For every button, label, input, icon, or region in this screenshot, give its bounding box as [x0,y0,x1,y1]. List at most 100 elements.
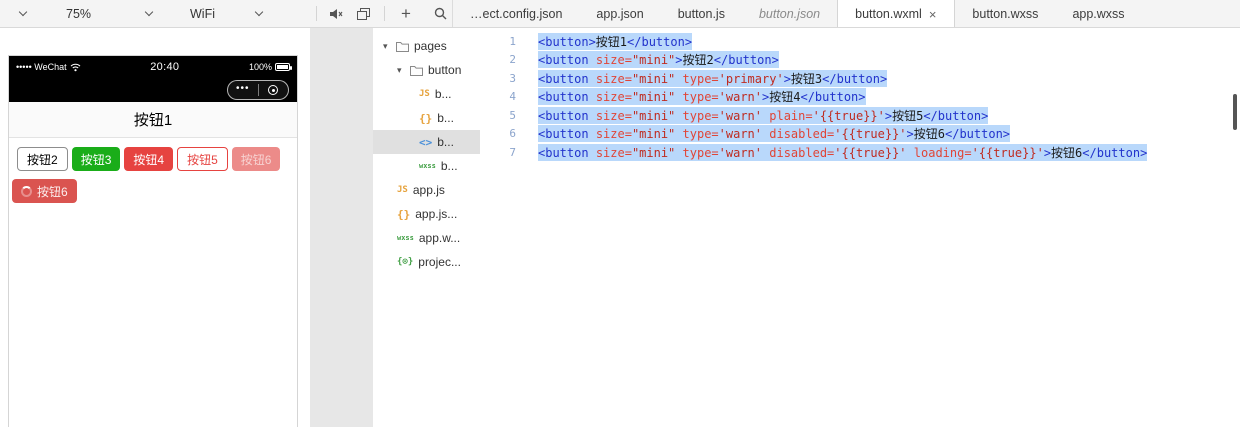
json-file-icon: {} [419,111,433,125]
new-file-button[interactable]: + [396,0,416,27]
sim-button-warn-disabled[interactable]: 按钮6 [231,147,281,171]
tree-item-app.js...[interactable]: {} app.js... [373,202,480,226]
tree-item-b...[interactable]: <> b... [373,130,480,154]
line-number: 7 [509,145,516,159]
tab-button.json[interactable]: button.json [742,0,837,27]
toolbar-separator [384,6,385,21]
code-line-7[interactable]: 7 <button size="mini" type='warn' disable… [480,143,1240,162]
config-file-icon: {⊙} [397,257,414,267]
tab-app.json[interactable]: app.json [579,0,660,27]
tab-label: button.js [677,6,725,21]
status-bar: ••••• WeChat 20:40 100% [9,56,297,78]
sim-button-primary[interactable]: 按钮3 [71,147,121,171]
tab-app.wxss[interactable]: app.wxss [1055,0,1141,27]
scrollbar-thumb[interactable] [1233,94,1237,130]
tree-item-label: app.js... [415,207,458,221]
code-line-2[interactable]: 2 <button size="mini">按钮2</button> [480,51,1240,70]
code-line-1[interactable]: 1 <button>按钮1</button> [480,32,1240,51]
panel-divider[interactable] [310,28,373,427]
tab-label: button.wxss [972,6,1039,21]
zoom-dropdown[interactable]: 75% [66,0,154,27]
toolbar-separator [316,6,317,21]
chevron-down-icon[interactable]: ▾ [397,65,405,76]
code-text: <button size="mini" type='warn'>按钮4</but… [538,88,866,106]
main-area: ••••• WeChat 20:40 100% ••• 按钮1 按钮2 按钮3 … [0,28,1240,427]
search-icon [434,7,446,20]
layout-toggle-button[interactable] [353,0,373,27]
wifi-icon [70,63,80,71]
device-dropdown[interactable] [18,0,34,27]
code-line-5[interactable]: 5 <button size="mini" type='warn' plain='… [480,106,1240,125]
wxss-file-icon: wxss [397,234,414,242]
overlapping-windows-icon [356,7,370,20]
tree-item-app.w...[interactable]: wxss app.w... [373,226,480,250]
chevron-down-icon [18,7,28,17]
zoom-value: 75% [66,6,92,21]
network-dropdown[interactable]: WiFi [190,0,264,27]
code-line-6[interactable]: 6 <button size="mini" type='warn' disable… [480,125,1240,144]
loading-spinner-icon [21,185,32,197]
tree-item-label: b... [437,135,454,149]
folder-icon [396,41,409,52]
file-tree: ▾ pages ▾ button JS b...{} b... <> b... wxss b... J… [373,28,480,427]
tab-label: …ect.config.json [470,6,563,21]
speaker-icon [330,8,343,19]
tree-item-label: b... [437,111,454,125]
top-bar: 75% WiFi + …ect.config.json app.json but… [0,0,1240,28]
capsule-home-button[interactable] [259,81,289,99]
wxss-file-icon: wxss [419,162,436,170]
tree-item-label: b... [434,87,452,101]
line-number: 1 [509,34,516,48]
chevron-down-icon[interactable]: ▾ [383,41,391,52]
tab-button.wxss[interactable]: button.wxss [955,0,1055,27]
plus-icon: + [401,3,411,23]
tree-item-label: button [428,63,462,77]
capsule-menu: ••• [227,80,289,100]
code-text: <button size="mini" type='warn' plain='{… [538,106,989,124]
phone-screen: ••••• WeChat 20:40 100% ••• 按钮1 按钮2 按钮3 … [8,55,298,427]
code-text: <button size="mini" type='warn' disabled… [538,125,1011,143]
code-line-3[interactable]: 3 <button size="mini" type='primary'>按钮3<… [480,69,1240,88]
tree-item-pages[interactable]: ▾ pages [373,34,480,58]
js-file-icon: JS [397,185,408,195]
page-title: 按钮1 [9,102,297,138]
tab-button.wxml[interactable]: button.wxml × [837,0,956,27]
tree-item-b...[interactable]: JS b... [373,82,480,106]
chevron-down-icon [254,7,264,17]
mute-button[interactable] [326,0,346,27]
sim-button-warn-plain[interactable]: 按钮5 [177,147,228,171]
line-number: 3 [509,71,516,85]
folder-icon [410,65,423,76]
battery-icon [274,63,292,71]
battery-percent: 100% [248,62,272,72]
tab-label: button.json [758,6,821,21]
tab-button.js[interactable]: button.js [661,0,742,27]
carrier-group: ••••• WeChat [16,62,81,72]
line-number: 2 [509,53,516,67]
code-editor: 1 <button>按钮1</button> 2 <button size="mini… [480,28,1240,427]
wxml-file-icon: <> [419,135,433,149]
tree-item-b...[interactable]: {} b... [373,106,480,130]
line-number: 4 [509,90,516,104]
json-file-icon: {} [397,207,411,221]
tree-item-app.js[interactable]: JS app.js [373,178,480,202]
sim-button-warn-loading[interactable]: 按钮6 [12,179,77,203]
tab-close-icon[interactable]: × [928,8,938,21]
chevron-down-icon [144,7,154,17]
capsule-more-button[interactable]: ••• [228,81,258,99]
tree-item-label: app.w... [418,231,461,245]
tree-item-b...[interactable]: wxss b... [373,154,480,178]
tree-item-button[interactable]: ▾ button [373,58,480,82]
tab-strip: …ect.config.json app.json button.js button.… [452,0,1240,27]
tab-ect.config.json[interactable]: …ect.config.json [453,0,579,27]
nav-bar: ••• [9,78,297,102]
clock: 20:40 [150,61,180,73]
sim-button-warn[interactable]: 按钮4 [124,147,174,171]
toolbar: 75% WiFi + [0,0,452,27]
tree-item-projec...[interactable]: {⊙} projec... [373,250,480,274]
carrier-label: ••••• WeChat [16,62,67,72]
search-button[interactable] [429,0,451,27]
sim-button-default[interactable]: 按钮2 [17,147,68,171]
js-file-icon: JS [419,89,430,99]
code-line-4[interactable]: 4 <button size="mini" type='warn'>按钮4</bu… [480,88,1240,107]
